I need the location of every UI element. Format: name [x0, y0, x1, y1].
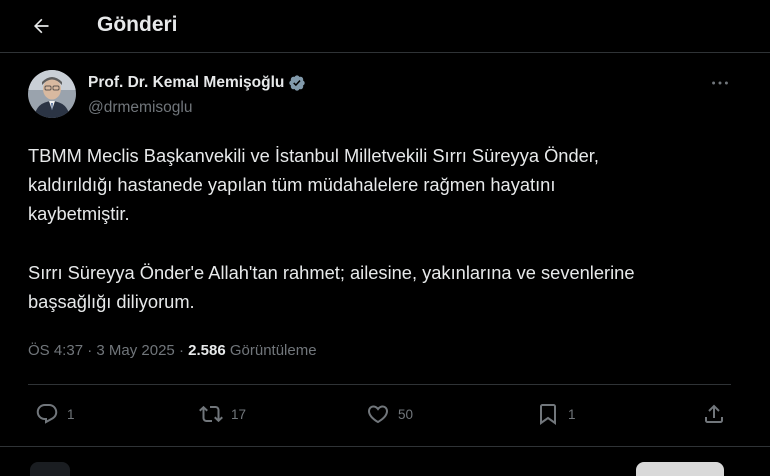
post-meta: ÖS 4:37 · 3 May 2025 · 2.586 Görüntüleme	[28, 342, 317, 359]
post-date[interactable]: 3 May 2025	[96, 342, 174, 359]
meta-separator: ·	[178, 342, 184, 359]
like-button[interactable]: 50	[366, 396, 413, 432]
views-label: Görüntüleme	[229, 342, 317, 359]
share-icon	[705, 404, 723, 423]
share-button[interactable]	[702, 396, 726, 432]
post-text-paragraph-2: Sırrı Süreyya Önder'e Allah'tan rahmet; …	[28, 262, 635, 312]
action-bar: 1 17 50 1	[0, 396, 770, 432]
post-text-paragraph-1: TBMM Meclis Başkanvekili ve İstanbul Mil…	[28, 145, 599, 224]
bookmark-icon	[540, 404, 556, 425]
like-count: 50	[398, 406, 414, 422]
repost-button[interactable]: 17	[199, 396, 246, 432]
comment-icon	[36, 404, 58, 424]
more-dots-icon	[712, 81, 728, 85]
post-time[interactable]: ÖS 4:37	[28, 342, 83, 359]
author-handle[interactable]: @drmemisoglu	[88, 99, 192, 117]
verified-badge-icon	[289, 75, 306, 91]
arrow-left-icon	[34, 18, 49, 34]
page-title: Gönderi	[97, 13, 178, 36]
reply-avatar-partial	[30, 462, 70, 476]
reply-button[interactable]: 1	[35, 396, 75, 432]
repost-count: 17	[231, 406, 247, 422]
meta-separator: ·	[87, 342, 93, 359]
author-name[interactable]: Prof. Dr. Kemal Memişoğlu	[88, 74, 306, 92]
author-name-text: Prof. Dr. Kemal Memişoğlu	[88, 74, 285, 91]
reply-count: 1	[67, 406, 75, 422]
actions-divider	[0, 446, 770, 447]
views-count: 2.586	[188, 342, 226, 359]
avatar-image	[28, 70, 76, 118]
meta-divider	[28, 384, 731, 385]
heart-icon	[367, 405, 389, 424]
bookmark-count: 1	[568, 406, 576, 422]
repost-icon	[199, 405, 223, 423]
reply-button-partial	[636, 462, 724, 476]
back-button[interactable]	[26, 11, 56, 41]
more-options-button[interactable]	[708, 72, 732, 94]
avatar[interactable]	[28, 70, 76, 118]
top-bar: Gönderi	[0, 0, 770, 52]
header-divider	[0, 52, 770, 53]
bookmark-button[interactable]: 1	[536, 396, 576, 432]
